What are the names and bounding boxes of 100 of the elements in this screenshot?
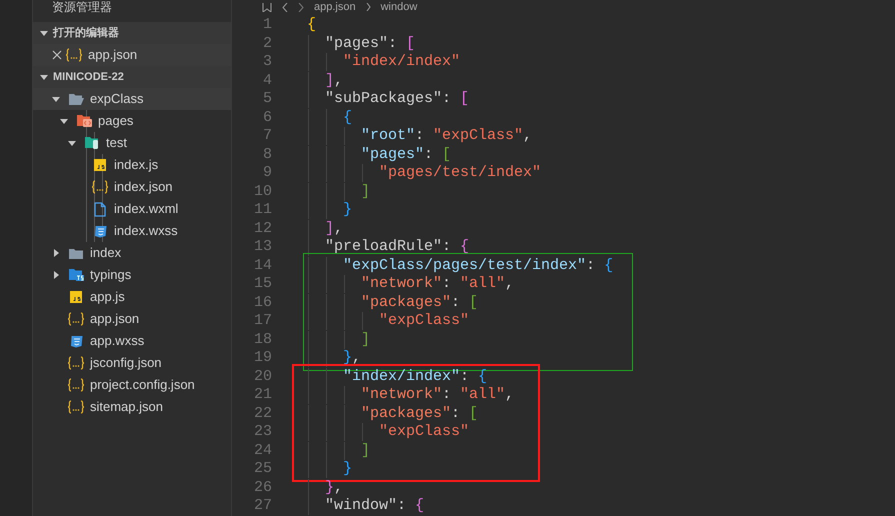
line-number: 27	[252, 497, 272, 516]
code-line: "expClass/pages/test/index": {	[343, 256, 614, 275]
line-number: 2	[262, 34, 272, 53]
line-number: 3	[262, 53, 272, 72]
code-line: }	[343, 460, 352, 478]
caret-down-icon	[52, 96, 60, 102]
braces-icon	[91, 180, 109, 194]
line-number: 15	[252, 275, 272, 294]
tree-item[interactable]: index.json	[33, 176, 231, 198]
code-line: "packages": [	[361, 404, 478, 423]
code-line: }	[343, 201, 352, 220]
code-line: "expClass"	[379, 312, 470, 330]
line-number: 8	[262, 146, 272, 164]
code-line: },	[325, 478, 344, 497]
css-file-icon	[94, 224, 106, 238]
caret-down-icon	[40, 30, 48, 36]
code-line: "network": "all",	[361, 275, 514, 294]
code-line: "pages": [	[325, 34, 416, 53]
file-icon	[94, 202, 106, 216]
code-line: "root": "expClass",	[361, 127, 532, 146]
braces-icon	[67, 400, 85, 414]
line-number: 14	[252, 256, 272, 275]
tree-item[interactable]: app.js	[33, 286, 231, 308]
line-number: 7	[262, 127, 272, 146]
line-number: 1	[262, 16, 272, 34]
code-line: "expClass"	[379, 423, 470, 442]
breadcrumb-item[interactable]: window	[380, 0, 418, 14]
code-line: "preloadRule": {	[325, 238, 470, 256]
bookmark-icon[interactable]	[262, 2, 272, 12]
tree-item[interactable]: app.wxss	[33, 330, 231, 352]
line-number: 13	[252, 238, 272, 256]
line-number: 25	[252, 460, 272, 478]
folder-icon	[68, 246, 84, 260]
code-line: "window": {	[325, 497, 424, 516]
braces-icon	[67, 356, 85, 370]
line-number: 4	[262, 72, 272, 90]
tree-item[interactable]: jsconfig.json	[33, 352, 231, 374]
code-line: "index/index"	[343, 53, 460, 72]
line-number: 10	[252, 182, 272, 201]
js-file-icon	[70, 291, 82, 303]
code-line: "network": "all",	[361, 386, 514, 404]
section-header[interactable]: MINICODE-22	[33, 66, 231, 88]
tree-item[interactable]: index	[33, 242, 231, 264]
folder-icon	[68, 268, 84, 282]
code-line: "pages": [	[361, 146, 452, 164]
braces-icon	[67, 312, 85, 326]
braces-icon	[65, 48, 83, 62]
code-line: ]	[361, 330, 370, 349]
tree-item[interactable]: test	[33, 132, 231, 154]
line-number: 22	[252, 404, 272, 423]
line-number: 18	[252, 330, 272, 349]
line-number: 16	[252, 294, 272, 312]
tree-item[interactable]: typings	[33, 264, 231, 286]
tree-item[interactable]: project.config.json	[33, 374, 231, 396]
tree-item[interactable]: expClass	[33, 88, 231, 110]
line-number: 23	[252, 423, 272, 442]
folder-icon	[68, 92, 84, 106]
forward-icon[interactable]	[298, 2, 304, 12]
tree-item[interactable]: index.js	[33, 154, 231, 176]
caret-right-icon	[54, 249, 58, 257]
line-number: 5	[262, 90, 272, 108]
code-line: {	[307, 16, 316, 34]
tree-item[interactable]: pages	[33, 110, 231, 132]
open-editor-item[interactable]: app.json	[33, 44, 231, 66]
back-icon[interactable]	[282, 2, 288, 12]
code-line: "packages": [	[361, 294, 478, 312]
line-number: 20	[252, 368, 272, 386]
line-number: 11	[252, 201, 272, 220]
tree-item[interactable]: index.wxml	[33, 198, 231, 220]
code-line: },	[343, 349, 362, 368]
line-number: 24	[252, 442, 272, 460]
code-line: ]	[361, 442, 370, 460]
code-line: ],	[325, 220, 344, 238]
js-file-icon	[94, 159, 106, 171]
line-number: 12	[252, 220, 272, 238]
line-number: 26	[252, 478, 272, 497]
folder-icon	[76, 114, 92, 128]
breadcrumb-item[interactable]: app.json	[314, 0, 356, 14]
braces-icon	[67, 378, 85, 392]
code-line: ]	[361, 182, 370, 201]
caret-right-icon	[54, 271, 58, 279]
code-line: ],	[325, 72, 344, 90]
line-number: 6	[262, 108, 272, 127]
caret-down-icon	[40, 74, 48, 80]
line-number: 19	[252, 349, 272, 368]
caret-down-icon	[60, 118, 68, 124]
code-line: "pages/test/index"	[379, 164, 542, 182]
caret-down-icon	[68, 140, 76, 146]
sidebar-title: 资源管理器	[52, 0, 112, 14]
line-number: 21	[252, 386, 272, 404]
folder-icon	[84, 136, 100, 150]
tree-item[interactable]: index.wxss	[33, 220, 231, 242]
section-header[interactable]: 打开的编辑器	[33, 22, 231, 44]
code-line: {	[343, 108, 352, 127]
tree-item[interactable]: sitemap.json	[33, 396, 231, 418]
tree-item[interactable]: app.json	[33, 308, 231, 330]
css-file-icon	[70, 334, 82, 348]
line-number: 17	[252, 312, 272, 330]
close-icon[interactable]	[52, 50, 62, 60]
line-number: 9	[262, 164, 272, 182]
